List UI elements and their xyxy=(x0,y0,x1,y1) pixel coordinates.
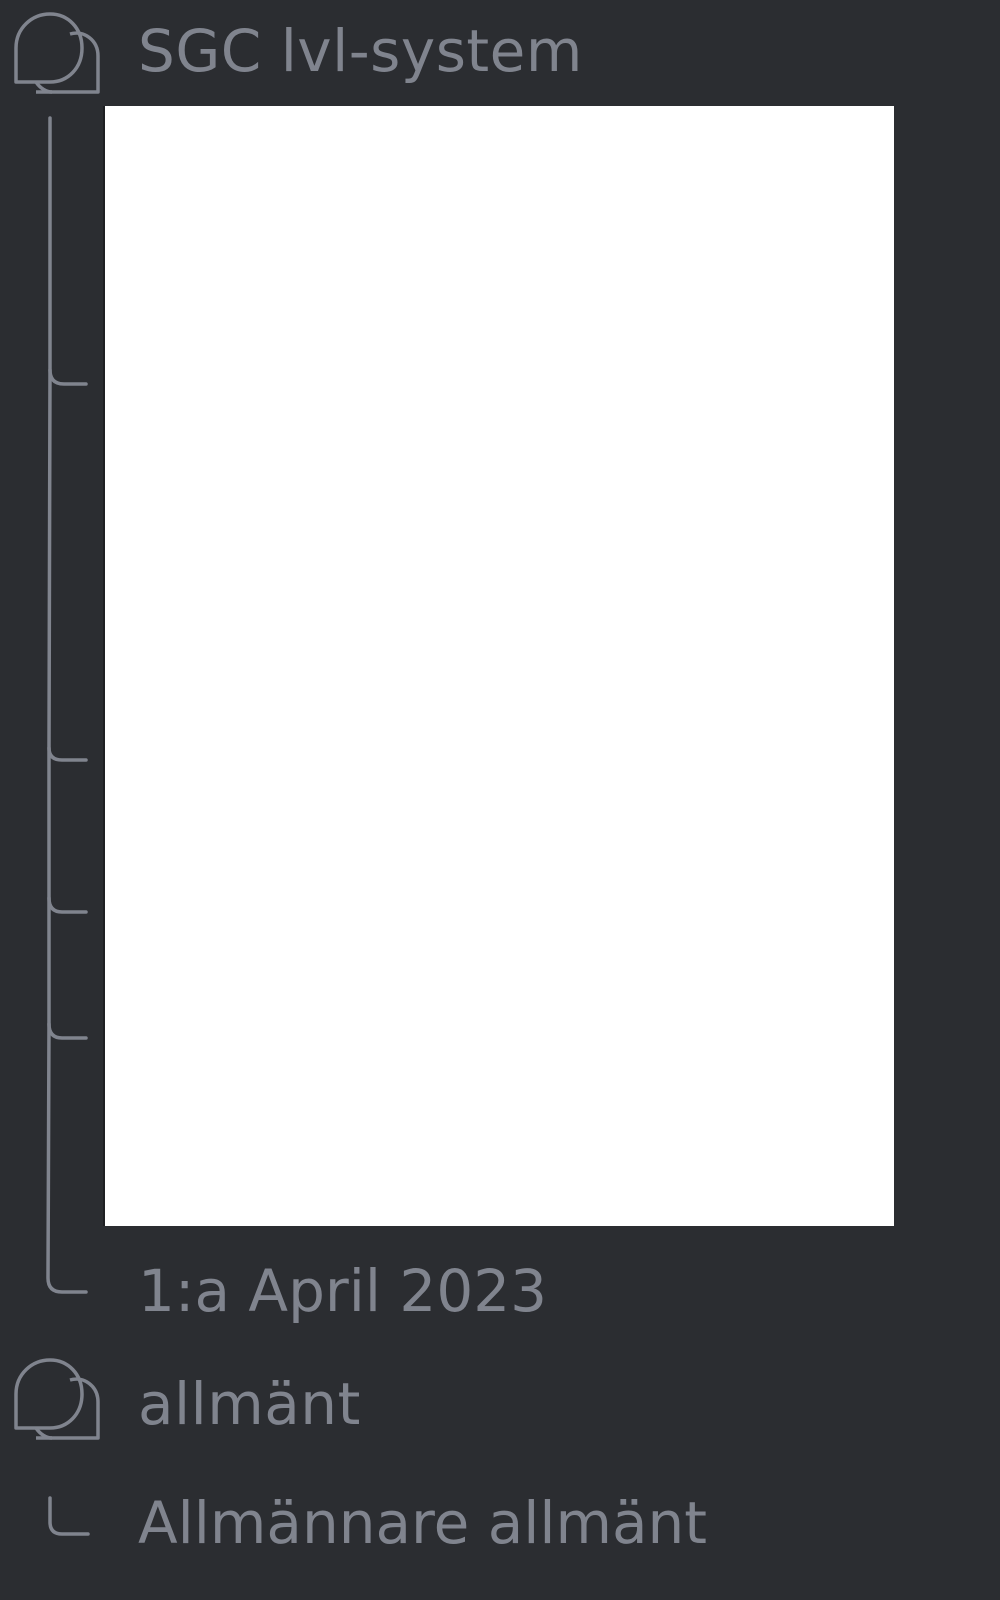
forum-icon xyxy=(12,1354,100,1442)
thread-preview-panel xyxy=(103,106,894,1226)
thread-name[interactable]: Allmännare allmänt xyxy=(138,1494,707,1552)
channel-name[interactable]: allmänt xyxy=(138,1375,361,1433)
forum-icon xyxy=(12,8,100,96)
thread-name[interactable]: 1:a April 2023 xyxy=(138,1262,547,1320)
channel-name[interactable]: SGC lvl-system xyxy=(138,22,583,80)
